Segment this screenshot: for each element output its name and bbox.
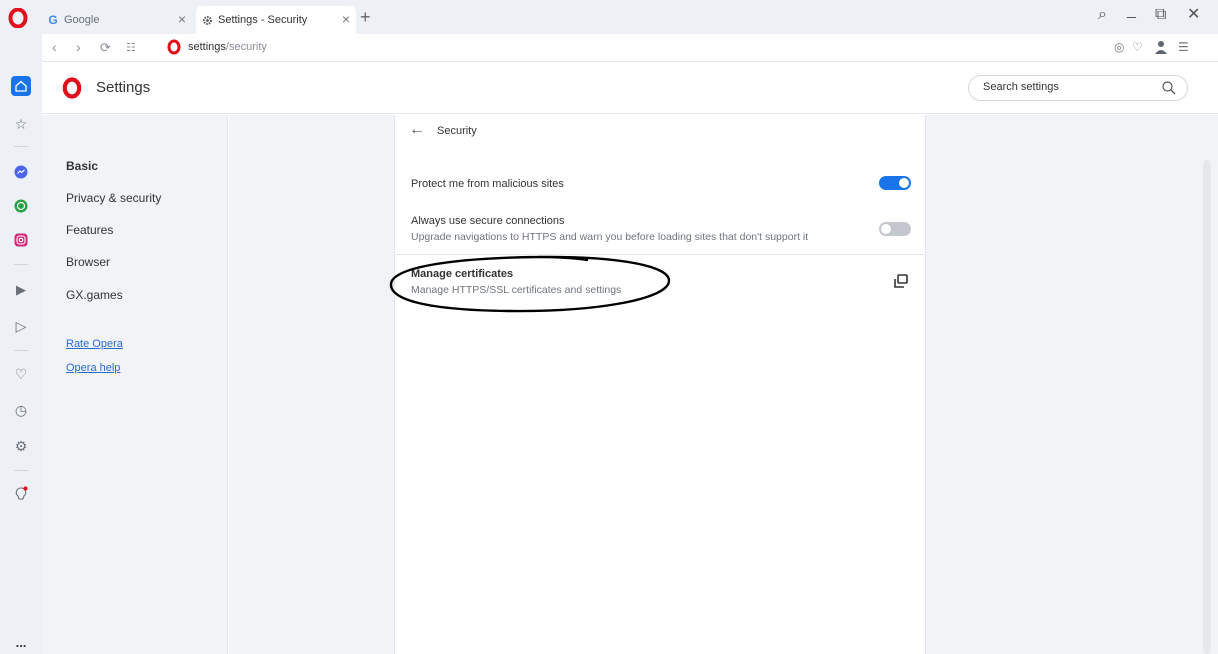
row-divider [395, 254, 926, 255]
snapshot-icon[interactable]: ◎ [1114, 40, 1124, 54]
minimize-button[interactable]: _ [1127, 2, 1136, 20]
gear-icon [200, 13, 214, 27]
tab-label: Google [64, 14, 100, 26]
speed-dial-icon[interactable]: ☷ [126, 40, 136, 56]
sidebar-divider [14, 350, 28, 351]
sidebar: ☆ ▶︎ ▷ ♡ ◷ ⚙ ... [0, 34, 42, 654]
sidebar-divider [14, 146, 28, 147]
toggle-knob [899, 178, 909, 188]
nav-item-features[interactable]: Features [66, 223, 113, 237]
heart-icon[interactable]: ♡ [11, 364, 31, 384]
tab-label: Settings - Security [218, 14, 308, 26]
reload-icon[interactable]: ⟳ [100, 40, 111, 56]
title-bar: G Google × Settings - Security × + ⌕ _ ⧉… [0, 0, 1218, 34]
restore-button[interactable]: ⧉ [1155, 6, 1166, 24]
bookmarks-icon[interactable]: ☆ [11, 114, 31, 134]
page-title: Settings [96, 79, 151, 96]
scrollbar[interactable] [1203, 160, 1211, 654]
security-card: ← Security Protect me from malicious sit… [394, 115, 926, 654]
sidebar-divider [14, 470, 28, 471]
toggle-knob [881, 224, 891, 234]
opera-logo-icon [62, 77, 82, 99]
search-box[interactable] [968, 75, 1188, 101]
tab-search-icon[interactable]: ⌕ [1098, 6, 1107, 24]
heart-icon[interactable]: ♡ [1132, 40, 1143, 54]
tips-icon[interactable] [11, 484, 31, 504]
manage-certificates-description: Manage HTTPS/SSL certificates and settin… [411, 284, 622, 296]
tab-close-icon[interactable]: × [178, 11, 186, 27]
nav-item-browser[interactable]: Browser [66, 255, 110, 269]
url-field[interactable]: settings/security [188, 41, 267, 53]
profile-icon[interactable] [1154, 40, 1168, 54]
opera-menu-icon[interactable] [8, 8, 28, 28]
whatsapp-icon[interactable] [11, 196, 31, 216]
secure-connections-toggle[interactable] [879, 222, 911, 236]
close-window-button[interactable]: ✕ [1187, 6, 1200, 24]
google-icon: G [48, 13, 58, 27]
sidebar-divider [14, 264, 28, 265]
opera-site-icon [167, 39, 181, 55]
new-tab-button[interactable]: + [360, 8, 371, 26]
url-host: settings [188, 41, 226, 53]
tab-close-icon[interactable]: × [342, 11, 350, 27]
search-icon[interactable] [1161, 80, 1177, 96]
instagram-icon[interactable] [11, 230, 31, 250]
home-icon[interactable] [11, 76, 31, 96]
protect-malicious-label: Protect me from malicious sites [411, 178, 564, 190]
section-title: Security [437, 125, 477, 137]
url-path: /security [225, 41, 267, 53]
messenger-icon[interactable] [11, 162, 31, 182]
settings-icon[interactable]: ⚙ [11, 436, 31, 456]
nav-item-privacy-security[interactable]: Privacy & security [66, 191, 161, 205]
nav-item-gx-games[interactable]: GX.games [66, 288, 123, 302]
easy-setup-icon[interactable]: ☰ [1178, 40, 1189, 54]
back-arrow-icon[interactable]: ← [409, 121, 425, 139]
send-icon[interactable]: ▷ [11, 316, 31, 336]
more-icon[interactable]: ... [11, 632, 31, 652]
protect-malicious-toggle[interactable] [879, 176, 911, 190]
rate-opera-link[interactable]: Rate Opera [66, 338, 123, 350]
opera-help-link[interactable]: Opera help [66, 362, 120, 374]
content-gutter-right [926, 115, 1218, 654]
forward-icon[interactable]: › [76, 39, 81, 55]
player-icon[interactable]: ▶︎ [11, 280, 31, 300]
tab-settings-security[interactable]: Settings - Security × [196, 6, 356, 34]
settings-header: Settings [42, 62, 1218, 114]
content-gutter [229, 115, 394, 654]
secure-connections-label: Always use secure connections [411, 215, 565, 227]
open-external-icon[interactable] [893, 273, 909, 289]
manage-certificates-label[interactable]: Manage certificates [411, 268, 513, 280]
nav-item-basic[interactable]: Basic [66, 159, 98, 173]
search-input[interactable] [983, 81, 1153, 93]
history-icon[interactable]: ◷ [11, 400, 31, 420]
address-bar: ‹ › ⟳ ☷ settings/security ◎ ♡ ☰ [42, 34, 1218, 62]
back-icon[interactable]: ‹ [52, 39, 57, 55]
tab-google[interactable]: G Google × [42, 6, 192, 34]
secure-connections-description: Upgrade navigations to HTTPS and warn yo… [411, 231, 809, 243]
